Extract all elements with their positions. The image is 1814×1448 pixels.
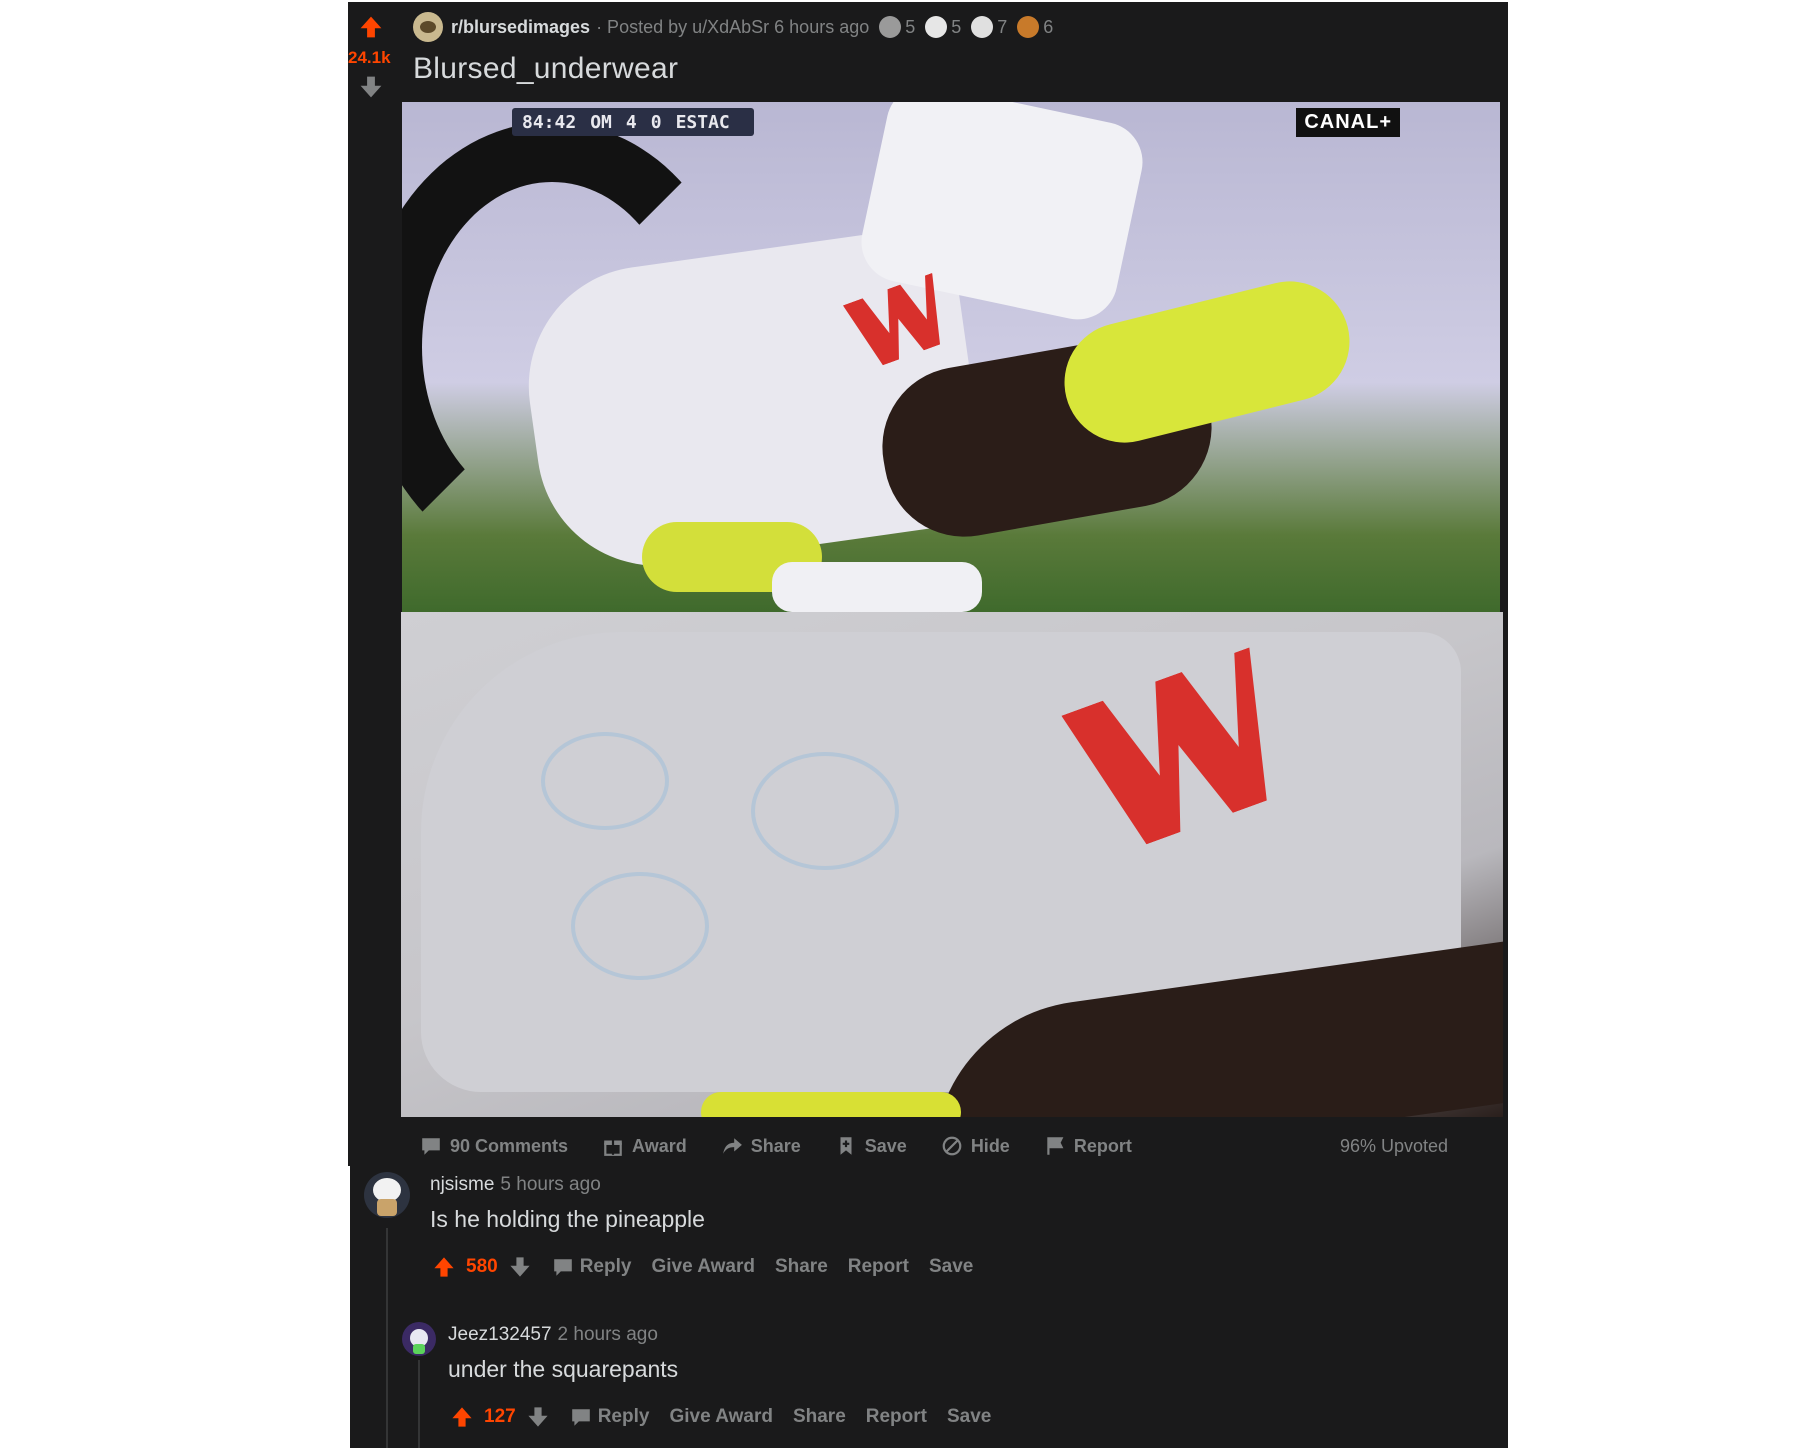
award-1[interactable]: 5 (879, 16, 915, 38)
comment-timestamp: 5 hours ago (500, 1174, 601, 1195)
save-button[interactable]: Save (929, 1256, 973, 1278)
hide-button[interactable]: Hide (941, 1135, 1010, 1157)
share-button[interactable]: Share (721, 1135, 801, 1157)
flag-icon (1047, 1137, 1064, 1155)
give-award-button[interactable]: Give Award (669, 1406, 773, 1428)
comment-header-2: Jeez132457 2 hours ago (448, 1324, 658, 1346)
comments-button[interactable]: 90 Comments (420, 1135, 568, 1157)
comment-body: Is he holding the pineapple (430, 1206, 705, 1232)
comment-username[interactable]: Jeez132457 (448, 1324, 552, 1346)
team-1: OM (590, 111, 612, 133)
award-2-count: 5 (951, 16, 962, 37)
upvote-arrow-icon (452, 1407, 472, 1427)
post-meta: r/blursedimages · Posted by u/XdAbSr 6 h… (413, 12, 1053, 42)
post-score: 24.1k (348, 48, 391, 67)
comment-icon (422, 1138, 440, 1155)
team-2: ESTAC (675, 111, 730, 133)
upvote-arrow-icon (434, 1257, 454, 1277)
share-label: Share (750, 1135, 801, 1156)
comment-upvote[interactable]: 580 (432, 1255, 532, 1279)
report-button[interactable]: Report (866, 1406, 927, 1428)
save-label: Save (864, 1135, 907, 1156)
award-3-count: 7 (997, 16, 1008, 37)
gift-icon (604, 1140, 622, 1156)
print-face-1 (541, 732, 669, 830)
comment-icon (553, 1259, 572, 1276)
bookmark-plus-icon (840, 1137, 852, 1155)
award-button[interactable]: Award (602, 1135, 687, 1157)
save-button[interactable]: Save (835, 1135, 907, 1157)
award-4-count: 6 (1043, 16, 1054, 37)
award-label: Award (632, 1135, 687, 1156)
award-4[interactable]: 6 (1017, 16, 1053, 38)
comment-upvote[interactable]: 127 (450, 1405, 550, 1429)
downvote-arrow-icon[interactable] (358, 74, 384, 100)
report-button[interactable]: Report (1044, 1135, 1132, 1157)
comment-username[interactable]: njsisme (430, 1174, 494, 1196)
report-button[interactable]: Report (848, 1256, 909, 1278)
hide-icon (942, 1136, 962, 1156)
subreddit-link[interactable]: r/blursedimages (451, 17, 590, 38)
reply-button[interactable]: Reply (570, 1406, 650, 1428)
print-face-2 (751, 752, 899, 870)
comment-avatar-jeez132457[interactable] (402, 1322, 436, 1356)
comment-action-bar-2: 127 Reply Give Award Share Report Save (450, 1402, 1011, 1432)
comment-avatar-njsisme[interactable] (364, 1172, 410, 1218)
award-wholesome-icon (925, 16, 948, 38)
award-2[interactable]: 5 (925, 16, 961, 38)
give-award-button[interactable]: Give Award (651, 1256, 755, 1278)
print-face-3 (571, 872, 709, 980)
upvote-arrow-icon[interactable] (358, 14, 384, 40)
boot-edge (701, 1092, 961, 1117)
thread-line[interactable] (418, 1360, 420, 1448)
award-3[interactable]: 7 (971, 16, 1007, 38)
comment-header-1: njsisme 5 hours ago (430, 1174, 601, 1196)
reply-button[interactable]: Reply (552, 1256, 632, 1278)
award-silver-icon (971, 16, 994, 38)
subreddit-avatar[interactable] (413, 12, 443, 42)
save-button[interactable]: Save (947, 1406, 991, 1428)
post-title[interactable]: Blursed_underwear (413, 52, 678, 86)
post-image-top[interactable]: 84:42 OM 4 0 ESTAC CANAL+ (402, 102, 1500, 612)
post-image-bottom[interactable] (401, 612, 1503, 1117)
award-poop-icon (1017, 16, 1040, 38)
reply-label: Reply (597, 1406, 650, 1427)
post-action-bar: 90 Comments Award Share Save Hide Report (420, 1128, 1166, 1164)
comment-score: 127 (484, 1406, 516, 1427)
downvote-arrow-icon[interactable] (526, 1405, 550, 1429)
thread-line[interactable] (386, 1228, 388, 1448)
comment-body: under the squarepants (448, 1356, 679, 1382)
downvote-arrow-icon[interactable] (508, 1255, 532, 1279)
comment-timestamp: 2 hours ago (557, 1324, 658, 1345)
comment-icon (571, 1409, 590, 1426)
comment-score: 580 (466, 1256, 498, 1277)
share-button[interactable]: Share (775, 1256, 828, 1278)
team-2-score: 0 (650, 111, 662, 133)
share-icon (722, 1138, 742, 1154)
reply-label: Reply (579, 1256, 632, 1277)
team-1-score: 4 (625, 111, 637, 133)
scoreboard: 84:42 OM 4 0 ESTAC (512, 108, 754, 136)
upvote-percentage: 96% Upvoted (1340, 1136, 1449, 1156)
share-button[interactable]: Share (793, 1406, 846, 1428)
comments-label: 90 Comments (450, 1135, 569, 1156)
comment-action-bar-1: 580 Reply Give Award Share Report Save (432, 1252, 993, 1282)
player-sock (772, 562, 982, 612)
hide-label: Hide (970, 1135, 1010, 1156)
broadcaster-logo: CANAL+ (1296, 108, 1400, 137)
award-1-count: 5 (905, 16, 916, 37)
award-hugz-icon (879, 16, 902, 38)
posted-by: · Posted by u/XdAbSr 6 hours ago (596, 16, 870, 37)
report-label: Report (1073, 1135, 1132, 1156)
match-time: 84:42 (522, 111, 577, 133)
